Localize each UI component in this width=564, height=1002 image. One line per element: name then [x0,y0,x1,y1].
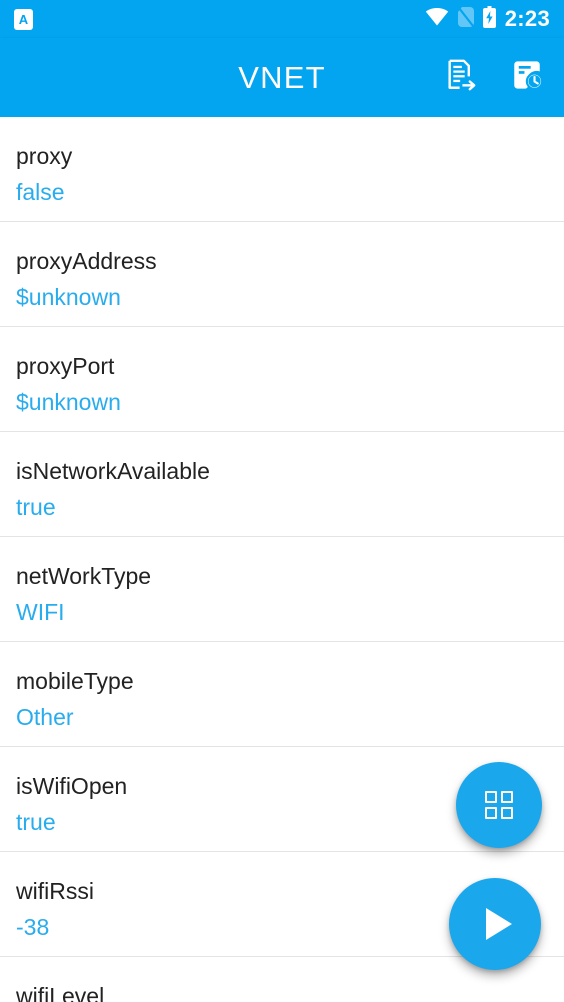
property-value: false [16,179,65,206]
list-item[interactable]: proxy false [0,117,564,222]
property-value: true [16,494,56,521]
list-item[interactable]: mobileType Other [0,642,564,747]
app-screen: A 2:23 VNET proxy false proxyAddress $un… [0,0,564,1002]
list-item[interactable]: isNetworkAvailable true [0,432,564,537]
fab-play[interactable] [449,878,541,970]
property-key: wifiLevel [16,983,105,1002]
status-bar-left: A [14,8,33,30]
battery-charging-icon [482,5,496,33]
toolbar-actions [440,57,548,99]
play-icon [485,908,512,940]
property-key: proxyPort [16,353,115,379]
history-button[interactable] [506,57,548,99]
grid-icon [485,791,513,819]
property-key: netWorkType [16,563,152,589]
status-bar-right: 2:23 [425,5,550,33]
property-key: proxyAddress [16,248,157,274]
list-item[interactable]: proxyAddress $unknown [0,222,564,327]
properties-list[interactable]: proxy false proxyAddress $unknown proxyP… [0,117,564,1002]
property-value: $unknown [16,389,121,416]
property-key: proxy [16,143,73,169]
list-item[interactable]: proxyPort $unknown [0,327,564,432]
notification-app-icon: A [14,8,33,30]
list-item[interactable]: netWorkType WIFI [0,537,564,642]
export-log-button[interactable] [440,57,482,99]
status-bar: A 2:23 [0,0,564,38]
property-value: $unknown [16,284,121,311]
status-bar-clock: 2:23 [504,6,550,31]
wifi-icon [425,7,449,31]
property-value: Other [16,704,74,731]
history-icon [510,58,544,97]
fab-grid[interactable] [456,762,542,848]
export-log-icon [444,58,478,97]
app-toolbar: VNET [0,38,564,117]
property-key: isNetworkAvailable [16,458,210,484]
notification-app-icon-letter: A [18,11,29,27]
property-value: WIFI [16,599,65,626]
property-key: mobileType [16,668,134,694]
no-sim-card-icon [457,6,474,32]
